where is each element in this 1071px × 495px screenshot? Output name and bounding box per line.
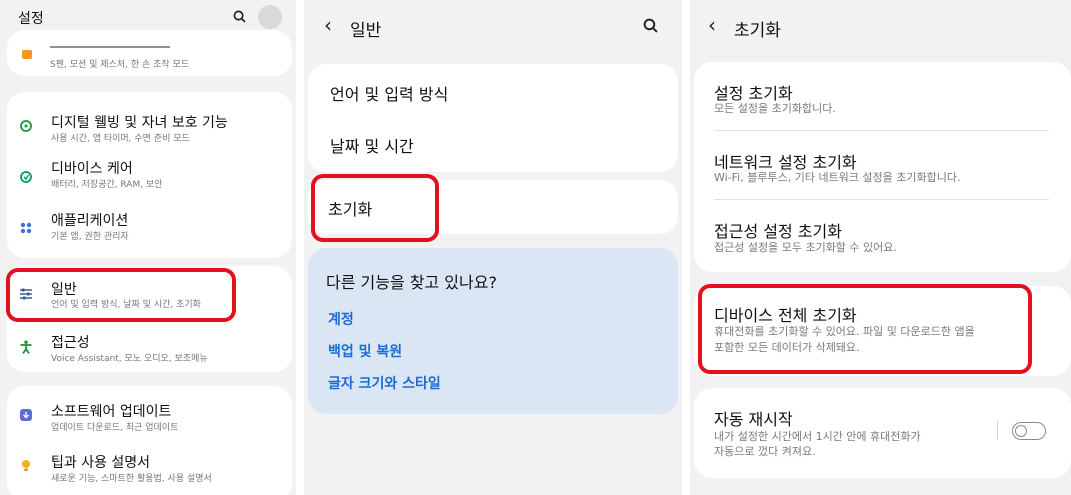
device-care-icon [20, 171, 32, 183]
list-item-title: 소프트웨어 업데이트 [51, 404, 172, 420]
list-item-subtitle: 업데이트 다운로드, 최근 업데이트 [51, 423, 179, 433]
link-font-size-style[interactable]: 글자 크기와 스타일 [328, 373, 441, 393]
list-item[interactable]: 디지털 웰빙 및 자녀 보호 기능 사용 시간, 앱 타이머, 수면 준비 모드 [7, 100, 292, 152]
reset-card-auto-restart: 자동 재시작 내가 설정한 시간에서 1시간 안에 휴대전화가 자동으로 껐다 … [694, 388, 1071, 478]
software-update-icon [20, 409, 32, 421]
star-gear-icon [22, 50, 32, 59]
page-title: 일반 [350, 21, 382, 41]
list-item-title: 자동 재시작 [714, 410, 793, 429]
list-item-title: 디바이스 케어 [51, 161, 133, 177]
list-item-title: 디지털 웰빙 및 자녀 보호 기능 [51, 115, 228, 131]
list-item[interactable]: 접근성 Voice Assistant, 모노 오디오, 보조메뉴 [7, 320, 292, 372]
list-item-subtitle: S펜, 모션 및 제스처, 한 손 조작 모드 [50, 60, 190, 70]
list-item-auto-restart[interactable]: 자동 재시작 내가 설정한 시간에서 1시간 안에 휴대전화가 자동으로 껐다 … [694, 388, 1071, 478]
link-account[interactable]: 계정 [328, 309, 354, 329]
apps-icon [20, 222, 32, 234]
list-item-title: 애플리케이션 [51, 213, 129, 229]
list-item-subtitle: 사용 시간, 앱 타이머, 수면 준비 모드 [51, 134, 190, 144]
suggestions-card: 다른 기능을 찾고 있나요? 계정 백업 및 복원 글자 크기와 스타일 [308, 248, 678, 414]
list-item[interactable]: 언어 및 입력 방식 [308, 64, 678, 118]
list-item-title: 접근성 [51, 335, 90, 351]
list-item-title: 팁과 사용 설명서 [51, 455, 151, 471]
list-item-subtitle: Wi-Fi, 블루투스, 기타 네트워크 설정을 초기화합니다. [714, 171, 961, 184]
settings-card-advanced: S펜, 모션 및 제스처, 한 손 조작 모드 [7, 30, 292, 76]
list-item[interactable]: 접근성 설정 초기화 접근성 설정을 모두 초기화할 수 있어요. [694, 200, 1071, 270]
list-item-subtitle: 자동으로 껐다 켜져요. [714, 445, 816, 458]
reset-card-options: 설정 초기화 모든 설정을 초기화합니다. 네트워크 설정 초기화 Wi-Fi,… [694, 62, 1071, 272]
list-item[interactable]: 네트워크 설정 초기화 Wi-Fi, 블루투스, 기타 네트워크 설정을 초기화… [694, 131, 1071, 199]
list-item-title: 언어 및 입력 방식 [330, 85, 449, 104]
list-item-title: 날짜 및 시간 [330, 137, 414, 156]
divider [997, 420, 998, 440]
highlight-box-factory-reset [698, 284, 1032, 374]
highlight-box-reset [311, 174, 439, 242]
list-item[interactable]: 팁과 사용 설명서 새로운 기능, 스마트한 활용법, 사용 설명서 [7, 442, 292, 494]
list-item[interactable]: S펜, 모션 및 제스처, 한 손 조작 모드 [7, 30, 292, 76]
list-item-subtitle: 새로운 기능, 스마트한 활용법, 사용 설명서 [51, 474, 212, 484]
lightbulb-icon [22, 460, 30, 471]
toggle-knob [1015, 424, 1027, 437]
list-item-subtitle: 배터리, 저장공간, RAM, 보안 [51, 180, 163, 190]
settings-panel: 설정 S펜, 모션 및 제스처, 한 손 조작 모드 디지털 웰빙 및 자녀 보… [0, 0, 296, 495]
search-icon[interactable] [643, 18, 658, 33]
list-item-subtitle: 기본 앱, 권한 관리자 [51, 232, 129, 242]
list-item[interactable]: 애플리케이션 기본 앱, 권한 관리자 [7, 204, 292, 256]
list-item-subtitle: 접근성 설정을 모두 초기화할 수 있어요. [714, 241, 897, 254]
back-arrow-icon[interactable]: ‹ [708, 15, 716, 35]
general-panel: ‹ 일반 언어 및 입력 방식 날짜 및 시간 초기화 다른 기능을 찾고 있나… [304, 0, 682, 495]
list-item-subtitle: Voice Assistant, 모노 오디오, 보조메뉴 [51, 354, 208, 364]
avatar[interactable] [258, 5, 282, 29]
general-card-main: 언어 및 입력 방식 날짜 및 시간 [308, 64, 678, 172]
accessibility-icon [20, 340, 32, 354]
list-item[interactable]: 소프트웨어 업데이트 업데이트 다운로드, 최근 업데이트 [7, 390, 292, 442]
back-arrow-icon[interactable]: ‹ [324, 15, 332, 35]
link-backup-restore[interactable]: 백업 및 복원 [328, 341, 402, 361]
settings-card-device: 디지털 웰빙 및 자녀 보호 기능 사용 시간, 앱 타이머, 수면 준비 모드… [7, 92, 292, 258]
reset-panel: ‹ 초기화 설정 초기화 모든 설정을 초기화합니다. 네트워크 설정 초기화 … [690, 0, 1071, 495]
settings-card-support: 소프트웨어 업데이트 업데이트 다운로드, 최근 업데이트 팁과 사용 설명서 … [7, 386, 292, 495]
list-item-title [50, 43, 170, 49]
list-item[interactable]: 날짜 및 시간 [308, 118, 678, 172]
suggestions-title: 다른 기능을 찾고 있나요? [326, 273, 497, 292]
page-title: 설정 [18, 11, 44, 27]
search-icon[interactable] [233, 10, 246, 23]
list-item[interactable]: 설정 초기화 모든 설정을 초기화합니다. [694, 62, 1071, 130]
wellbeing-icon [20, 120, 32, 132]
highlight-box-general [6, 268, 236, 322]
list-item[interactable]: 디바이스 케어 배터리, 저장공간, RAM, 보안 [7, 152, 292, 204]
page-title: 초기화 [734, 21, 781, 41]
auto-restart-toggle[interactable] [1012, 422, 1046, 440]
list-item-subtitle: 모든 설정을 초기화합니다. [714, 102, 836, 115]
